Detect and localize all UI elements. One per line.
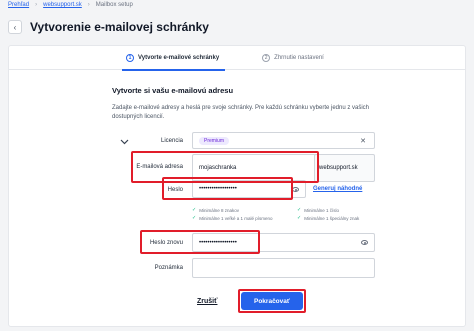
check-icon: ✓ (192, 207, 197, 213)
password-again-field[interactable]: •••••••••••••••••• (192, 233, 375, 252)
section-description: Zadajte e-mailové adresy a heslá pre svo… (112, 105, 370, 120)
password-again-label: Heslo znovu (149, 240, 183, 246)
password-field[interactable]: •••••••••••••••••• (192, 180, 306, 198)
license-badge: Premium (199, 136, 230, 145)
hint-upper-lower: ✓ Minimálne 1 veľké a 1 malé písmeno (192, 215, 273, 221)
form-card: 1 Vytvorte e-mailové schránky 2 Zhrnutie… (8, 45, 466, 327)
breadcrumb-domain-link[interactable]: websupport.sk (43, 2, 82, 8)
password-again-value: •••••••••••••••••• (199, 239, 237, 246)
step-create-mailboxes[interactable]: 1 Vytvorte e-mailové schránky (121, 46, 226, 71)
check-icon: ✓ (297, 207, 302, 213)
license-label: Licencia (160, 138, 183, 144)
cancel-link[interactable]: Zrušiť (197, 298, 217, 305)
license-select[interactable]: Premium ✕ (192, 132, 375, 149)
generate-password-link[interactable]: Generuj náhodné (313, 186, 362, 192)
back-button[interactable]: ‹ (8, 20, 22, 34)
stepper: 1 Vytvorte e-mailové schránky 2 Zhrnutie… (9, 46, 465, 71)
eye-icon[interactable] (292, 186, 299, 192)
chevron-left-icon: ‹ (13, 22, 17, 32)
continue-button[interactable]: Pokračovať (241, 292, 303, 310)
hint-special-char: ✓ Minimálne 1 špeciálny znak (297, 215, 360, 221)
step-summary[interactable]: 2 Zhrnutie nastavení (262, 46, 324, 70)
breadcrumb: Prehľad › websupport.sk › Mailbox setup (8, 2, 133, 8)
password-label: Heslo (167, 187, 183, 193)
note-label: Poznámka (154, 265, 183, 271)
step-number: 1 (126, 54, 134, 62)
check-icon: ✓ (297, 215, 302, 221)
check-icon: ✓ (192, 215, 197, 221)
breadcrumb-separator: › (87, 2, 90, 8)
breadcrumb-home-link[interactable]: Prehľad (8, 2, 29, 8)
eye-icon[interactable] (361, 240, 368, 245)
page-header: ‹ Vytvorenie e-mailovej schránky (0, 12, 474, 42)
note-field[interactable] (192, 258, 375, 278)
page-title: Vytvorenie e-mailovej schránky (30, 20, 209, 34)
section-title: Vytvorte si vašu e-mailovú adresu (112, 86, 234, 95)
hint-min-length: ✓ Minimálne 8 znakov (192, 207, 239, 213)
close-icon[interactable]: ✕ (360, 137, 366, 145)
step-label: Vytvorte e-mailové schránky (138, 55, 220, 61)
email-field[interactable]: mojaschranka (192, 154, 318, 182)
step-number: 2 (262, 54, 271, 62)
password-value: •••••••••••••••••• (199, 186, 237, 192)
domain-select[interactable]: websupport.sk (314, 154, 375, 182)
breadcrumb-current: Mailbox setup (95, 2, 133, 8)
hint-min-number: ✓ Minimálne 1 číslo (297, 207, 339, 213)
email-label: E-mailová adresa (136, 164, 183, 170)
breadcrumb-separator: › (35, 2, 38, 8)
step-label: Zhrnutie nastavení (274, 55, 324, 61)
